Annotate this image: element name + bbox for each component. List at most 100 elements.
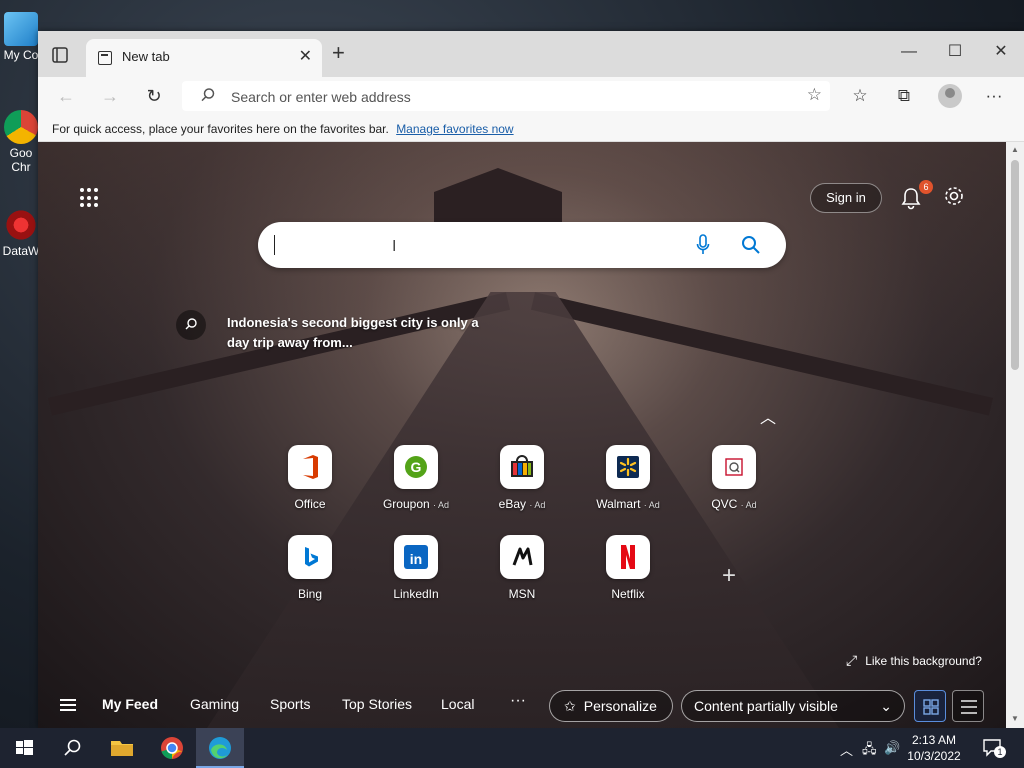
desktop-icon-label: My Co [3,48,39,62]
scroll-up-arrow-icon[interactable]: ▲ [1011,145,1019,154]
hamburger-menu-icon[interactable] [60,699,76,711]
search-submit-icon[interactable] [740,234,762,256]
favorites-icon[interactable]: ☆ [848,84,872,108]
taskbar-file-explorer[interactable] [98,728,146,768]
personalize-label: Personalize [583,698,657,714]
collections-icon[interactable]: ⧉ [892,84,916,108]
chevron-down-icon: ⌄ [880,698,892,714]
desktop-icon-label: DataW [2,244,40,258]
favorites-bar-message: For quick access, place your favorites h… [52,122,389,136]
dataw-icon [4,208,38,242]
microphone-icon[interactable] [696,234,710,256]
scroll-down-arrow-icon[interactable]: ▼ [1011,714,1019,723]
show-hidden-icons-chevron[interactable]: ︿ [840,740,853,759]
taskbar-chrome[interactable] [148,728,196,768]
settings-gear-icon[interactable] [943,185,965,207]
quick-link-msn[interactable]: MSN [482,535,562,601]
collapse-chevron-up-icon[interactable]: ︿ [760,404,776,428]
desktop-icon-dataw[interactable]: DataW [0,208,42,258]
more-options-icon[interactable]: ··· [982,84,1006,108]
personalize-button[interactable]: ✩ Personalize [549,690,673,722]
web-search-box[interactable]: I [258,222,786,268]
sparkle-star-icon: ✩ [564,698,576,714]
address-bar[interactable]: Search or enter web address ☆ [182,81,830,111]
forward-button[interactable]: → [96,83,124,109]
taskbar-search-button[interactable] [48,728,96,768]
chrome-icon [4,110,38,144]
tile-label: MSN [508,587,536,601]
quick-link-ebay[interactable]: eBay · Ad [482,445,562,511]
ad-label: · Ad [643,500,660,510]
maximize-button[interactable]: ☐ [932,39,978,69]
background-info-text[interactable]: Indonesia's second biggest city is only … [227,313,497,353]
add-favorite-icon[interactable]: ☆ [807,85,822,105]
sign-in-button[interactable]: Sign in [810,183,882,213]
new-tab-favicon-icon [98,51,112,65]
close-tab-icon[interactable]: ✕ [299,46,312,66]
action-center-button[interactable]: 1 [982,738,1006,758]
close-window-button[interactable]: ✕ [978,39,1024,69]
tile-label: Netflix [611,587,645,601]
background-pier-house [434,168,562,228]
tile-label: LinkedIn [393,587,439,601]
tab-title: New tab [122,49,170,64]
windows-taskbar: ︿ 🖧 🔊 2:13 AM 10/3/2022 1 [0,728,1024,768]
content-visibility-dropdown[interactable]: Content partially visible ⌄ [681,690,905,722]
edge-icon [209,737,231,759]
search-icon [64,739,81,756]
grid-layout-button[interactable] [914,690,946,722]
taskbar-edge[interactable] [196,728,244,768]
tab-actions-button[interactable] [50,45,70,65]
tile-label: Bing [297,587,323,601]
like-background-label: Like this background? [865,654,982,668]
refresh-button[interactable]: ↻ [140,83,168,109]
tab-actions-icon [52,47,68,63]
search-icon [201,88,215,102]
feed-tab-local[interactable]: Local [441,696,474,712]
add-quick-link-icon[interactable]: + [722,562,736,590]
ad-label: · Ad [529,500,546,510]
list-layout-button[interactable] [952,690,984,722]
more-tabs-button[interactable]: ··· [510,692,526,710]
profile-avatar[interactable] [938,84,962,108]
feed-tab-gaming[interactable]: Gaming [190,696,239,712]
minimize-button[interactable]: — [886,39,932,69]
back-button[interactable]: ← [52,83,80,109]
taskbar-clock[interactable]: 2:13 AM 10/3/2022 [906,732,962,764]
groupon-icon: G [394,445,438,489]
like-background-link[interactable]: ⤢ Like this background? [846,652,982,669]
svg-text:in: in [410,551,422,567]
quick-link-bing[interactable]: Bing [270,535,350,601]
title-bar: New tab ✕ + — ☐ ✕ [38,31,1024,77]
start-button[interactable] [0,728,48,768]
notification-badge: 6 [919,180,933,194]
feed-navigation-bar: My Feed Gaming Sports Top Stories Local … [38,682,1006,728]
search-tip-icon[interactable] [176,310,206,340]
scroll-thumb[interactable] [1011,160,1019,370]
feed-tab-my-feed[interactable]: My Feed [102,696,158,712]
ibeam-cursor-icon: I [392,238,397,255]
quick-link-qvc[interactable]: QVC · Ad [694,445,774,511]
quick-link-office[interactable]: Office [270,445,350,511]
quick-link-linkedin[interactable]: in LinkedIn [376,535,456,601]
feed-tab-top-stories[interactable]: Top Stories [342,696,412,712]
app-launcher-icon[interactable] [80,188,100,208]
quick-link-netflix[interactable]: Netflix [588,535,668,601]
tab-new-tab[interactable]: New tab ✕ [86,39,322,77]
desktop-icon-google-chrome[interactable]: Goo Chr [0,110,42,174]
page-scrollbar[interactable]: ▲ ▼ [1006,142,1024,728]
linkedin-icon: in [394,535,438,579]
quick-link-groupon[interactable]: G Groupon · Ad [376,445,456,511]
quick-link-walmart[interactable]: Walmart · Ad [588,445,668,511]
new-tab-button[interactable]: + [332,41,345,65]
windows-logo-icon [16,740,33,755]
content-visibility-label: Content partially visible [694,698,838,714]
office-icon [288,445,332,489]
list-view-icon [961,700,977,714]
network-icon[interactable]: 🖧 [862,740,877,762]
search-icon [185,318,197,330]
feed-tab-sports[interactable]: Sports [270,696,310,712]
desktop-icon-my-computer[interactable]: My Co [0,12,42,62]
volume-icon[interactable]: 🔊 [884,740,900,756]
manage-favorites-link[interactable]: Manage favorites now [396,122,513,136]
